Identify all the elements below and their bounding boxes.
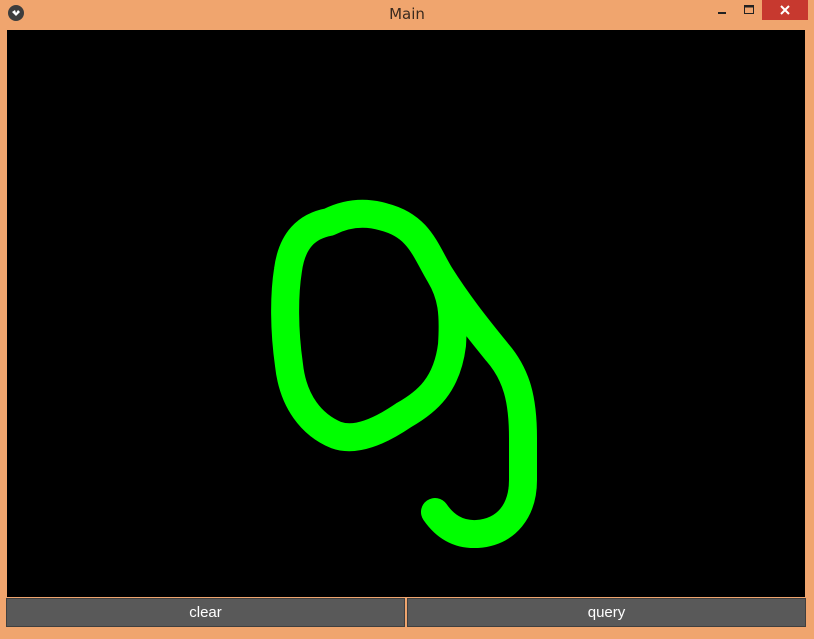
close-button[interactable] xyxy=(762,0,808,20)
app-window: Main clear query xyxy=(0,0,814,639)
handwritten-digit-stroke xyxy=(271,199,537,549)
minimize-icon xyxy=(718,12,726,14)
clear-button[interactable]: clear xyxy=(6,598,405,627)
maximize-button[interactable] xyxy=(736,0,762,20)
button-bar: clear query xyxy=(6,598,806,629)
minimize-button[interactable] xyxy=(708,0,736,20)
close-icon xyxy=(780,5,790,15)
query-button[interactable]: query xyxy=(407,598,806,627)
drawing-canvas[interactable] xyxy=(7,30,805,597)
maximize-icon xyxy=(744,5,754,14)
window-title: Main xyxy=(389,5,425,23)
title-bar[interactable]: Main xyxy=(0,0,814,28)
window-bottom-border xyxy=(0,630,814,639)
